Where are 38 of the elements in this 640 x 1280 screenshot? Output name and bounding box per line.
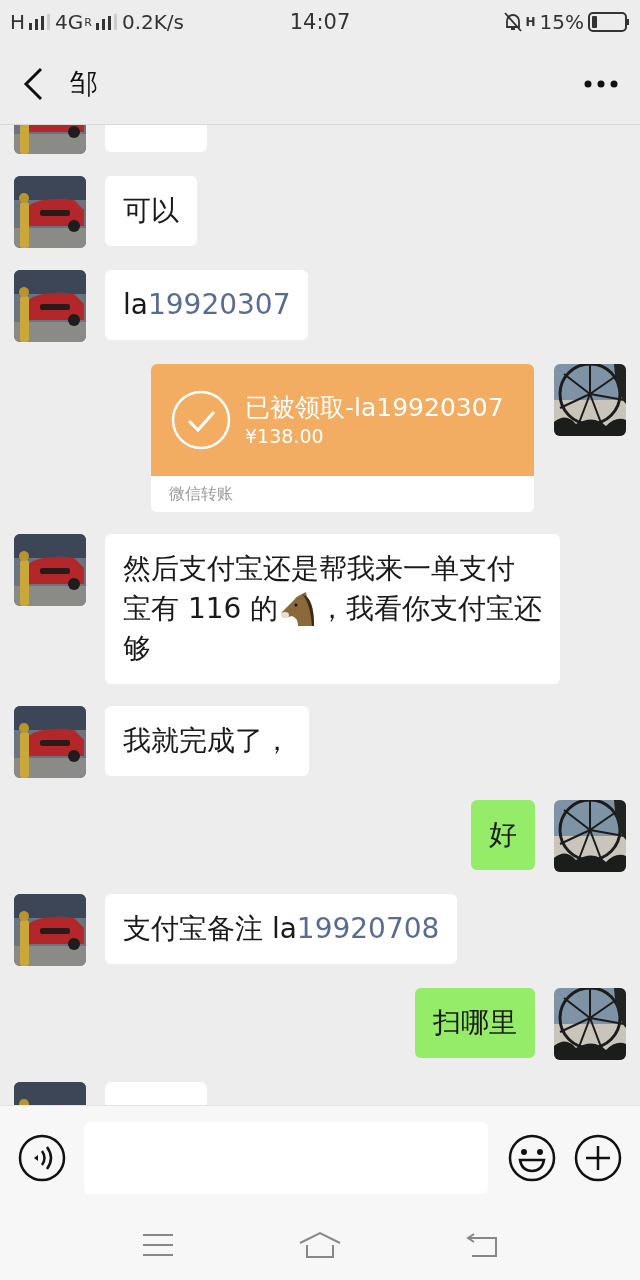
mute-bell-icon — [503, 12, 522, 32]
back-icon[interactable] — [22, 67, 44, 101]
more-icon[interactable] — [584, 80, 618, 88]
message-text: 好 — [489, 817, 517, 853]
data-type: H — [525, 15, 536, 29]
check-circle-icon — [171, 390, 231, 450]
signal-icon — [29, 14, 52, 30]
voice-icon[interactable] — [18, 1133, 66, 1182]
home-icon[interactable] — [298, 1230, 342, 1259]
number-link[interactable]: 19920708 — [296, 909, 440, 949]
transfer-label: 微信转账 — [168, 483, 234, 505]
add-icon[interactable] — [574, 1133, 622, 1182]
message-text: 可以 — [123, 193, 179, 229]
battery-icon — [588, 12, 630, 32]
message-text: 宝有 116 的 — [123, 591, 279, 627]
message-text: 我就完成了， — [123, 723, 291, 759]
network-speed: 0.2K/s — [121, 10, 185, 34]
message-text: 扫哪里 — [433, 1005, 517, 1041]
message-text: 支付宝备注 la — [123, 911, 297, 947]
network-type: 4G — [55, 10, 84, 34]
transfer-card[interactable]: 已被领取-la19920307 ¥138.00 微信转账 — [151, 364, 534, 512]
signal-icon — [95, 14, 118, 30]
transfer-title: 已被领取-la19920307 — [245, 392, 504, 424]
message-text: ，我看你支付宝还 — [318, 591, 543, 627]
horse-icon — [280, 592, 317, 626]
roaming-mark: R — [84, 16, 92, 29]
number-link[interactable]: 19920307 — [147, 285, 291, 325]
network-type: H — [10, 10, 26, 34]
message-text: 够 — [123, 631, 151, 667]
status-time: 14:07 — [289, 10, 351, 34]
menu-icon[interactable] — [142, 1232, 174, 1257]
transfer-amount: ¥138.00 — [245, 424, 325, 448]
message-text: la — [123, 287, 148, 323]
back-key-icon[interactable] — [466, 1231, 498, 1258]
battery-percent: 15% — [539, 10, 584, 34]
emoji-icon[interactable] — [508, 1133, 556, 1182]
chat-title: 邹 — [70, 66, 99, 102]
message-text: 然后支付宝还是帮我来一单支付 — [123, 551, 515, 587]
